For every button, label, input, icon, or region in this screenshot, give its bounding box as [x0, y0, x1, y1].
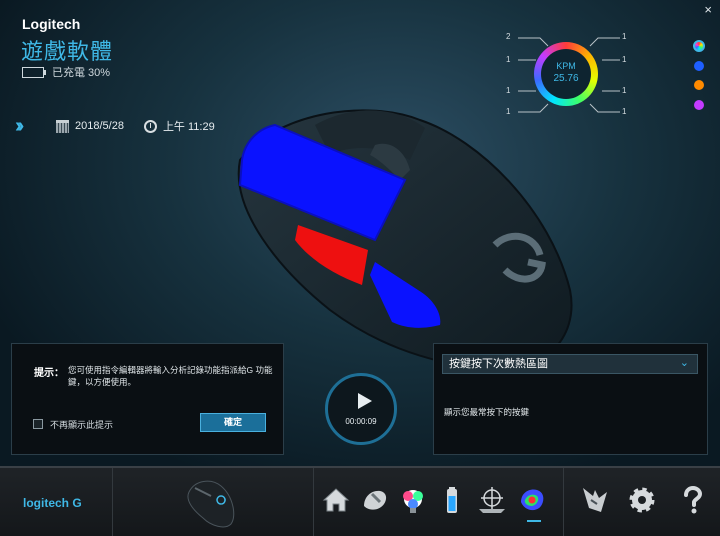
ok-button[interactable]: 確定 — [200, 413, 266, 432]
calendar-icon — [56, 119, 69, 133]
arx-control-icon[interactable] — [579, 484, 611, 516]
time-text: 上午 11:29 — [162, 121, 215, 133]
playback-button[interactable]: 00:00:09 — [325, 373, 397, 445]
heatmap-panel: 按鍵按下次數熱區圖 ⌄ 顯示您最常按下的按鍵 — [433, 343, 708, 455]
color-swatch-orange[interactable] — [694, 80, 704, 90]
heatmap-mode-value: 按鍵按下次數熱區圖 — [449, 358, 548, 370]
lighting-icon[interactable] — [397, 484, 429, 516]
hint-panel: 提示： 您可使用指令編輯器將輸入分析記錄功能指派給G 功能鍵，以方便使用。 不再… — [11, 343, 284, 455]
active-tab-indicator — [527, 520, 541, 522]
kpm-left-count: 1 — [506, 55, 511, 64]
device-selector[interactable] — [112, 468, 314, 536]
settings-icon[interactable] — [626, 484, 658, 516]
heatmap-mode-select[interactable]: 按鍵按下次數熱區圖 ⌄ — [442, 354, 698, 374]
dont-show-again-checkbox[interactable] — [33, 419, 43, 429]
battery-status: 已充電 30% — [22, 64, 110, 80]
kpm-right-count: 1 — [622, 107, 627, 116]
dont-show-again-label: 不再顯示此提示 — [50, 420, 114, 430]
date-time-row: 2018/5/28 上午 11:29 — [56, 118, 215, 134]
kpm-right-count: 1 — [622, 86, 627, 95]
date-text: 2018/5/28 — [75, 120, 124, 132]
playback-time: 00:00:09 — [345, 417, 377, 426]
brand-title: Logitech — [22, 16, 81, 32]
kpm-left-count: 1 — [506, 86, 511, 95]
app-title: 遊戲軟體 — [21, 39, 114, 64]
chevron-down-icon: ⌄ — [679, 357, 689, 369]
kpm-gauge-center: KPM 25.76 — [541, 49, 591, 99]
heatmap-description: 顯示您最常按下的按鍵 — [444, 407, 530, 417]
expand-sidebar-icon[interactable]: ›› — [15, 115, 25, 138]
main-panel: × Logitech 遊戲軟體 已充電 30% ›› 2018/5/28 上午 … — [0, 0, 720, 466]
clock-icon — [143, 119, 157, 133]
close-button[interactable]: × — [704, 2, 712, 17]
play-icon — [358, 393, 372, 409]
color-swatch-spectrum[interactable] — [693, 40, 705, 52]
color-swatch-purple[interactable] — [694, 100, 704, 110]
logitech-g-logo: logitech G — [23, 496, 82, 510]
color-swatch-blue[interactable] — [694, 61, 704, 71]
pointer-settings-icon[interactable] — [476, 484, 508, 516]
help-icon[interactable] — [676, 484, 708, 516]
battery-charging-icon — [22, 66, 46, 78]
kpm-value: 25.76 — [553, 73, 579, 84]
kpm-right-count: 1 — [622, 32, 627, 41]
heatmap-icon[interactable] — [515, 484, 547, 516]
hint-label: 提示： — [34, 368, 64, 379]
customize-buttons-icon[interactable] — [358, 484, 390, 516]
home-icon[interactable] — [320, 484, 352, 516]
kpm-label: KPM — [556, 61, 576, 71]
battery-text: 已充電 30% — [52, 67, 111, 79]
kpm-right-count: 1 — [622, 55, 627, 64]
toolbar-divider — [563, 468, 564, 536]
mouse-device-icon — [187, 480, 235, 528]
hint-text: 您可使用指令編輯器將輸入分析記錄功能指派給G 功能鍵，以方便使用。 — [68, 365, 273, 387]
kpm-left-count: 2 — [506, 32, 511, 41]
kpm-gauge: KPM 25.76 — [534, 42, 598, 106]
footer-toolbar: logitech G — [0, 466, 720, 536]
battery-icon[interactable] — [436, 484, 468, 516]
mouse-heatmap-image — [237, 109, 573, 372]
